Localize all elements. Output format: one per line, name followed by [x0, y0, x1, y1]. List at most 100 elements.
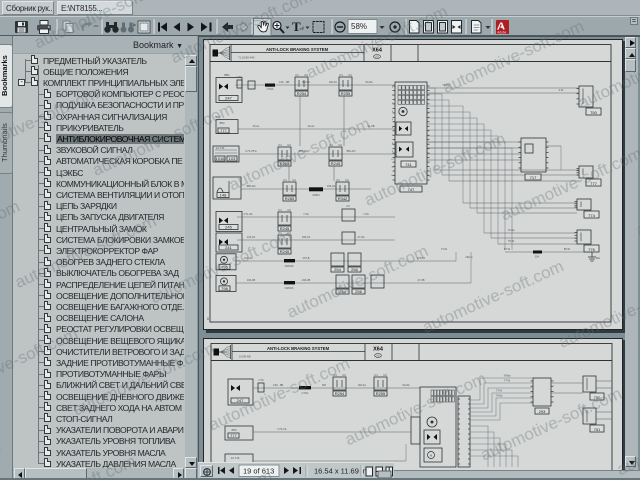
svg-text:16-AL: 16-AL	[308, 124, 315, 128]
svg-text:103: 103	[229, 156, 236, 161]
svg-text:X64: X64	[372, 48, 383, 54]
svg-text:795: 795	[221, 264, 228, 269]
svg-text:8M-9A: 8M-9A	[302, 80, 310, 84]
svg-text:M: M	[430, 454, 433, 458]
svg-text:73-W: 73-W	[496, 389, 503, 393]
svg-text:256: 256	[351, 267, 358, 272]
svg-text:247: 247	[225, 96, 232, 101]
svg-text:C36 - 8B: C36 - 8B	[273, 383, 284, 387]
svg-text:C1: C1	[295, 73, 299, 77]
svg-text:148: 148	[220, 193, 227, 198]
svg-text:C2: C2	[383, 373, 387, 377]
svg-text:R255: R255	[376, 391, 386, 396]
svg-text:58%: 58%	[351, 22, 367, 31]
svg-text:16-AL: 16-AL	[253, 124, 260, 128]
svg-text:C1: C1	[374, 373, 378, 377]
svg-text:C2: C2	[304, 73, 308, 77]
svg-text:8: 8	[207, 317, 209, 321]
svg-text:R342: R342	[338, 196, 348, 201]
svg-text:885-AN: 885-AN	[247, 184, 256, 188]
svg-text:C2: C2	[287, 208, 291, 212]
svg-text:R265: R265	[285, 196, 295, 201]
svg-text:X64: X64	[373, 347, 384, 353]
svg-text:9M-2A: 9M-2A	[329, 80, 337, 84]
svg-text:1: 1	[392, 87, 394, 89]
svg-text:R245: R245	[280, 249, 290, 254]
svg-text:C2: C2	[348, 73, 352, 77]
svg-text:T: T	[292, 19, 301, 34]
svg-text:777: 777	[590, 181, 597, 186]
svg-text:BB1: BB1	[224, 73, 230, 77]
svg-text:6: 6	[392, 127, 394, 129]
svg-text:884: 884	[231, 428, 236, 432]
svg-text:71.01/50-440: 71.01/50-440	[238, 56, 255, 60]
svg-text:9M-2A: 9M-2A	[358, 383, 366, 387]
svg-text:R255: R255	[341, 91, 351, 96]
svg-text:19 of 613: 19 of 613	[243, 467, 274, 476]
svg-text:9L-6B: 9L-6B	[368, 124, 375, 128]
svg-text:C1: C1	[278, 231, 282, 235]
svg-text:774: 774	[588, 213, 595, 218]
svg-text:C2: C2	[342, 373, 346, 377]
svg-text:256: 256	[355, 289, 362, 294]
svg-text:885-AN: 885-AN	[299, 149, 308, 153]
svg-text:CRM16: CRM16	[285, 264, 294, 268]
svg-text:29A: 29A	[535, 256, 540, 259]
svg-text:85-W: 85-W	[564, 247, 571, 251]
svg-text:254: 254	[339, 289, 346, 294]
svg-text:C2: C2	[345, 178, 349, 182]
svg-text:C2: C2	[287, 143, 291, 147]
svg-text:C1: C1	[283, 178, 287, 182]
svg-text:C2: C2	[338, 143, 342, 147]
svg-text:1A 716: 1A 716	[231, 456, 240, 460]
svg-text:C1: C1	[339, 73, 343, 77]
svg-text:11: 11	[391, 167, 394, 169]
svg-text:C1: C1	[278, 143, 282, 147]
svg-text:79-Ba: 79-Ba	[496, 394, 503, 398]
svg-text:74-Ba: 74-Ba	[508, 228, 515, 232]
svg-text:2T6-B: 2T6-B	[302, 256, 309, 260]
svg-text:CT9A: CT9A	[267, 87, 274, 91]
svg-text:CT9: CT9	[259, 378, 264, 382]
svg-text:9A-8A: 9A-8A	[365, 80, 372, 84]
svg-text:C7F-7B A: C7F-7B A	[245, 149, 257, 153]
svg-text:190-3A: 190-3A	[302, 235, 311, 239]
svg-text:R245: R245	[331, 161, 341, 166]
svg-text:750: 750	[590, 110, 597, 115]
svg-text:73-W: 73-W	[441, 247, 448, 251]
svg-text:717: 717	[530, 175, 537, 180]
svg-text:751: 751	[594, 427, 601, 432]
svg-text:750: 750	[594, 395, 601, 400]
svg-text:27-3B: 27-3B	[418, 278, 425, 282]
svg-text:747: 747	[408, 187, 415, 192]
svg-text:163-3B: 163-3B	[247, 278, 256, 282]
svg-text:C1: C1	[278, 208, 282, 212]
svg-text:293: 293	[539, 409, 546, 414]
svg-text:16.54 x 11.69 in: 16.54 x 11.69 in	[314, 467, 367, 476]
svg-text:1016: 1016	[216, 156, 226, 161]
svg-text:10: 10	[391, 159, 394, 161]
svg-text:76-BA: 76-BA	[442, 83, 449, 87]
svg-text:245: 245	[225, 225, 232, 230]
svg-text:3-W: 3-W	[559, 88, 564, 92]
svg-text:C1: C1	[333, 373, 337, 377]
svg-text:0.036-NE: 0.036-NE	[239, 355, 251, 359]
svg-text:87-W: 87-W	[504, 247, 511, 251]
svg-text:C9: C9	[346, 204, 350, 208]
svg-text:777: 777	[230, 433, 237, 438]
svg-text:CRM16: CRM16	[285, 286, 294, 290]
svg-text:C7L-3A: C7L-3A	[244, 212, 253, 216]
svg-text:9: 9	[392, 151, 394, 153]
svg-text:230-3B: 230-3B	[302, 278, 311, 282]
svg-text:C2: C2	[287, 231, 291, 235]
svg-text:C1: C1	[329, 143, 333, 147]
svg-text:123-3A: 123-3A	[247, 235, 256, 239]
svg-text:CT9: CT9	[237, 75, 242, 79]
svg-text:27-9A: 27-9A	[358, 235, 365, 239]
svg-text:241: 241	[225, 245, 232, 250]
svg-text:8M: 8M	[322, 383, 326, 387]
svg-text:C1: C1	[336, 178, 340, 182]
svg-text:5: 5	[392, 119, 394, 121]
svg-text:7-3A: 7-3A	[363, 212, 369, 216]
svg-text:106-3A: 106-3A	[327, 184, 336, 188]
